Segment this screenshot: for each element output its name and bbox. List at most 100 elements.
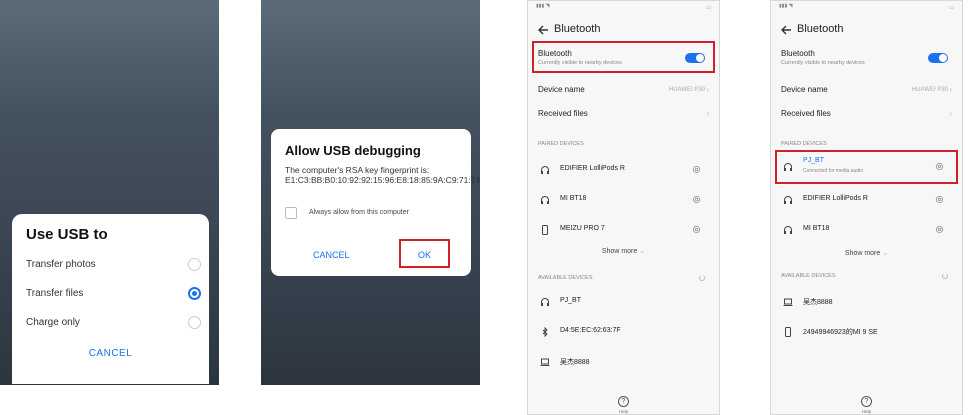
bluetooth-toggle[interactable] bbox=[685, 53, 705, 63]
headset-icon bbox=[784, 226, 792, 234]
usb-option-label: Charge only bbox=[26, 316, 80, 328]
help-button[interactable]: ? Help bbox=[771, 390, 962, 414]
chevron-right-icon: › bbox=[706, 85, 709, 94]
available-devices-header: AVAILABLE DEVICES bbox=[781, 273, 836, 279]
gear-icon[interactable] bbox=[935, 225, 944, 234]
laptop-icon bbox=[540, 358, 550, 366]
paired-device-row[interactable]: MI BT18 bbox=[532, 185, 715, 215]
paired-device-row[interactable]: MI BT18 bbox=[775, 215, 958, 245]
usb-debug-dialog: Allow USB debugging The computer's RSA k… bbox=[271, 129, 480, 276]
device-label: EDIFIER LolliPods R bbox=[560, 165, 625, 172]
usb-option-label: Transfer files bbox=[26, 287, 84, 299]
show-more-label: Show more bbox=[601, 248, 638, 255]
battery-icon: ▭ bbox=[949, 5, 954, 11]
usb-debug-title: Allow USB debugging bbox=[285, 143, 421, 158]
device-label: MI BT18 bbox=[560, 195, 587, 202]
laptop-icon bbox=[783, 298, 793, 306]
device-label: EDIFIER LolliPods R bbox=[803, 195, 868, 202]
scanning-spinner-icon bbox=[699, 275, 705, 281]
available-device-row[interactable]: 吴杰8888 bbox=[532, 347, 715, 377]
device-label: 吴杰8888 bbox=[560, 359, 590, 366]
phone-icon bbox=[785, 327, 791, 337]
visibility-status: Currently visible to nearby devices bbox=[538, 60, 622, 66]
gear-icon[interactable] bbox=[692, 165, 701, 174]
back-arrow-icon[interactable] bbox=[779, 23, 793, 37]
chevron-down-icon: ⌄ bbox=[639, 248, 646, 255]
bluetooth-icon bbox=[542, 327, 548, 337]
chevron-down-icon: ⌄ bbox=[882, 250, 889, 257]
back-arrow-icon[interactable] bbox=[536, 23, 550, 37]
bluetooth-toggle-row[interactable]: Bluetooth Currently visible to nearby de… bbox=[532, 43, 715, 73]
rsa-fingerprint-text: The computer's RSA key fingerprint is: E… bbox=[285, 165, 480, 185]
bluetooth-toggle-row[interactable]: Bluetooth Currently visible to nearby de… bbox=[775, 43, 958, 73]
received-files-label: Received files bbox=[538, 109, 588, 118]
help-icon: ? bbox=[861, 396, 872, 407]
device-label: PJ_BT bbox=[560, 297, 582, 304]
page-title: Bluetooth bbox=[797, 23, 844, 35]
device-label: MI BT18 bbox=[803, 225, 830, 232]
battery-icon: ▭ bbox=[706, 5, 711, 11]
radio-button[interactable] bbox=[188, 257, 201, 271]
always-allow-label: Always allow from this computer bbox=[309, 209, 409, 216]
available-device-row[interactable]: 吴杰8888 bbox=[775, 287, 958, 317]
show-more-button[interactable]: Show more ⌄ bbox=[528, 247, 719, 255]
device-label: D4:5E:EC:62:63:7F bbox=[560, 327, 621, 334]
usb-cancel-button[interactable]: CANCEL bbox=[12, 348, 209, 359]
show-more-button[interactable]: Show more ⌄ bbox=[771, 249, 962, 257]
available-devices-header: AVAILABLE DEVICES bbox=[538, 275, 593, 281]
device-label: MEIZU PRO 7 bbox=[560, 225, 605, 232]
usb-mode-screen: Use USB to Transfer photos Transfer file… bbox=[0, 0, 219, 385]
radio-button[interactable] bbox=[188, 315, 201, 329]
bluetooth-label: Bluetooth bbox=[538, 49, 572, 58]
gear-icon[interactable] bbox=[692, 195, 701, 204]
received-files-row[interactable]: Received files › bbox=[775, 103, 958, 133]
usb-option-label: Transfer photos bbox=[26, 258, 96, 270]
device-name-label: Device name bbox=[781, 85, 828, 94]
help-label: Help bbox=[618, 409, 629, 414]
signal-icon: ▮▮▮ ◥ bbox=[779, 3, 793, 9]
visibility-status: Currently visible to nearby devices bbox=[781, 60, 865, 66]
device-label: PJ_BT bbox=[803, 157, 825, 164]
chevron-right-icon: › bbox=[949, 109, 952, 118]
usb-mode-dialog: Use USB to Transfer photos Transfer file… bbox=[12, 214, 209, 384]
bluetooth-toggle[interactable] bbox=[928, 53, 948, 63]
usb-debug-ok-button[interactable]: OK bbox=[401, 250, 448, 260]
help-button[interactable]: ? Help bbox=[528, 390, 719, 414]
status-bar: ▮▮▮ ◥ ▭ bbox=[771, 1, 962, 15]
connected-device-row[interactable]: PJ_BT Connected for media audio bbox=[775, 152, 958, 182]
usb-option-transfer-photos[interactable]: Transfer photos bbox=[26, 252, 201, 276]
device-name-label: Device name bbox=[538, 85, 585, 94]
usb-option-charge-only[interactable]: Charge only bbox=[26, 310, 201, 334]
ok-highlight-box: OK bbox=[399, 239, 450, 268]
bluetooth-label: Bluetooth bbox=[781, 49, 815, 58]
status-bar: ▮▮▮ ◥ ▭ bbox=[528, 1, 719, 15]
help-label: Help bbox=[861, 409, 872, 414]
headset-icon bbox=[541, 166, 549, 174]
usb-dialog-title: Use USB to bbox=[26, 226, 108, 243]
available-device-row[interactable]: 24949946923的MI 9 SE bbox=[775, 317, 958, 347]
gear-icon[interactable] bbox=[692, 225, 701, 234]
bluetooth-screen-1: ▮▮▮ ◥ ▭ Bluetooth Bluetooth Currently vi… bbox=[527, 0, 720, 415]
paired-devices-header: PAIRED DEVICES bbox=[781, 141, 827, 147]
received-files-row[interactable]: Received files › bbox=[532, 103, 715, 133]
scanning-spinner-icon bbox=[942, 273, 948, 279]
phone-icon bbox=[542, 225, 548, 235]
available-device-row[interactable]: PJ_BT bbox=[532, 287, 715, 317]
gear-icon[interactable] bbox=[935, 195, 944, 204]
device-label: 吴杰8888 bbox=[803, 299, 833, 306]
chevron-right-icon: › bbox=[949, 85, 952, 94]
radio-button-selected[interactable] bbox=[188, 286, 201, 300]
usb-debug-screen: Allow USB debugging The computer's RSA k… bbox=[261, 0, 480, 385]
always-allow-checkbox[interactable] bbox=[285, 207, 297, 219]
paired-device-row[interactable]: EDIFIER LolliPods R bbox=[775, 185, 958, 215]
paired-device-row[interactable]: MEIZU PRO 7 bbox=[532, 215, 715, 245]
headset-icon bbox=[784, 196, 792, 204]
usb-option-transfer-files[interactable]: Transfer files bbox=[26, 281, 201, 305]
signal-icon: ▮▮▮ ◥ bbox=[536, 3, 550, 9]
available-device-row[interactable]: D4:5E:EC:62:63:7F bbox=[532, 317, 715, 347]
show-more-label: Show more bbox=[844, 250, 881, 257]
gear-icon[interactable] bbox=[935, 162, 944, 171]
usb-debug-cancel-button[interactable]: CANCEL bbox=[313, 250, 350, 260]
paired-device-row[interactable]: EDIFIER LolliPods R bbox=[532, 153, 715, 183]
headset-icon bbox=[784, 163, 792, 171]
